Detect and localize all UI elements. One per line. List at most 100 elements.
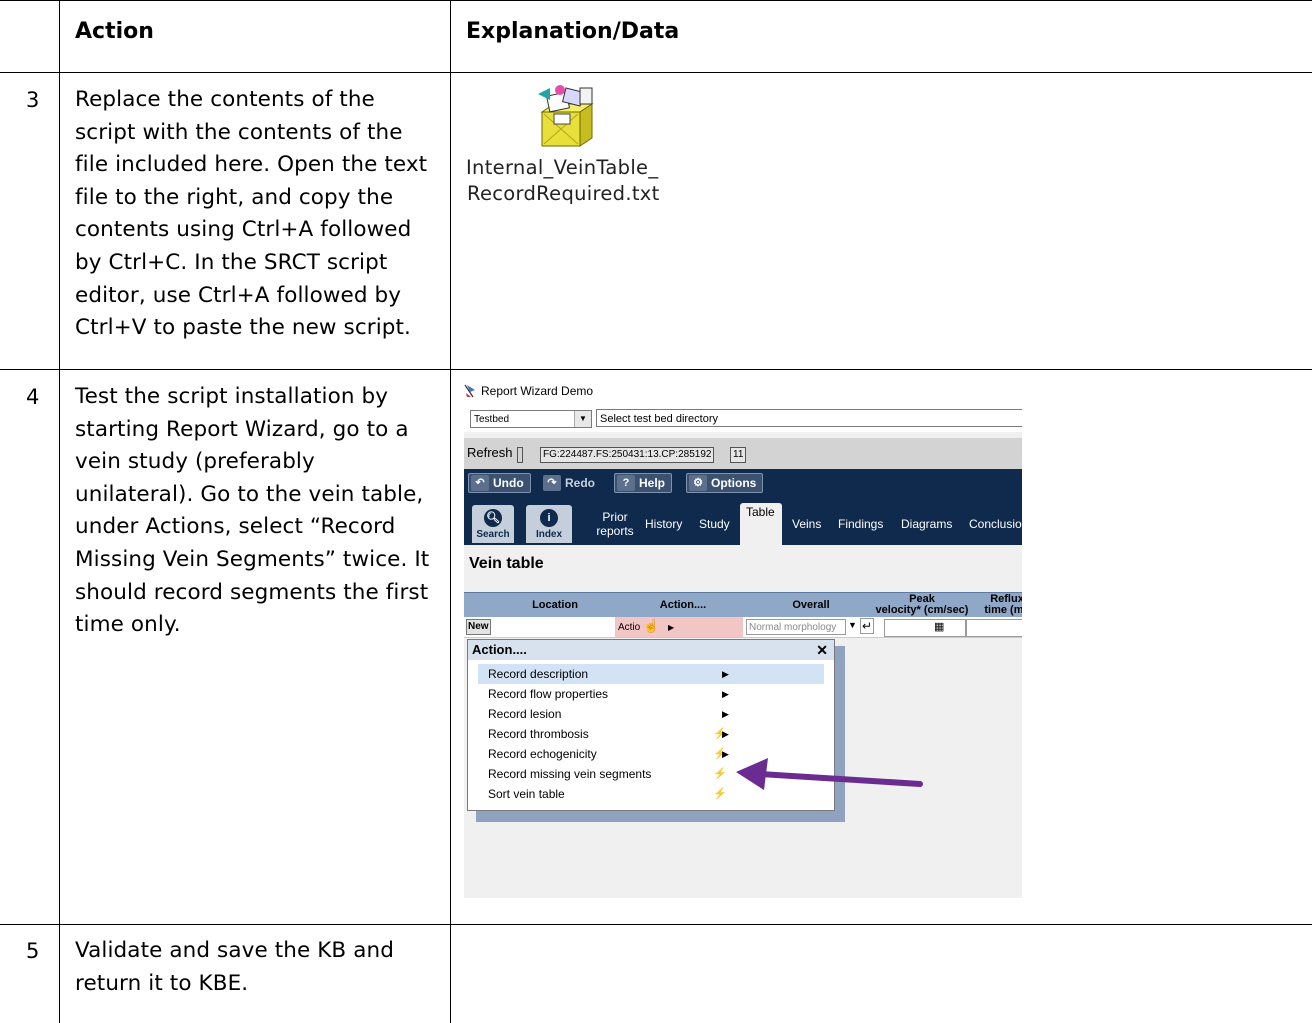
instruction-table: Action Explanation/Data 3 Replace the co… [0, 0, 1312, 1023]
keypad-icon[interactable]: ▦ [934, 620, 944, 633]
hand-cursor-icon: ☝ [643, 618, 660, 633]
text-file-package-icon[interactable] [534, 84, 600, 148]
info-icon: i [540, 509, 558, 527]
tab-search[interactable]: 🔍︎ Search [472, 505, 514, 543]
tab-findings[interactable]: Findings [838, 503, 883, 545]
instruction-line: starting Report Wizard, go to a [75, 416, 409, 442]
menu-item-record-description[interactable]: Record description ▶ [478, 664, 824, 684]
menu-item-record-thrombosis[interactable]: Record thrombosis ⚡ ▶ [478, 724, 824, 744]
instruction-line: Ctrl+V to paste the new script. [75, 315, 411, 341]
instruction-line: time only. [75, 612, 181, 638]
tab-history-label: History [645, 517, 683, 531]
redo-button[interactable]: ↷ Redo [540, 473, 602, 493]
help-button[interactable]: ? Help [614, 473, 673, 493]
nav-tabs: 🔍︎ Search i Index Prior reports History St… [464, 503, 1022, 545]
step-number: 4 [26, 385, 40, 409]
instruction-line: Replace the contents of the [75, 87, 375, 112]
reflux-label-2: time (ms [984, 604, 1022, 616]
filename-line: RecordRequired.txt [467, 182, 660, 205]
separator [517, 447, 523, 463]
tab-search-label: Search [476, 529, 510, 540]
instruction-line: Missing Vein Segments” twice. It [75, 546, 430, 572]
menu-header: Action.... ✕ [468, 640, 834, 660]
menu-item-label: Record thrombosis [488, 727, 589, 741]
menu-item-label: Record echogenicity [488, 747, 597, 761]
tab-diagrams[interactable]: Diagrams [901, 503, 952, 545]
window-titlebar: Report Wizard Demo [464, 380, 1022, 402]
instruction-line: Validate and save the KB and [75, 938, 394, 963]
instruction-line: return it to KBE. [75, 970, 249, 996]
tab-prior-reports[interactable]: Prior reports [592, 503, 638, 545]
tab-conclusions-label: Conclusio [969, 517, 1022, 531]
tab-findings-label: Findings [838, 517, 884, 531]
instruction-line: contents using Ctrl+A followed [75, 217, 412, 243]
undo-icon: ↶ [471, 475, 489, 491]
step-instructions: Validate and save the KB and return it t… [75, 935, 440, 1000]
menu-item-label: Sort vein table [488, 787, 565, 801]
instruction-line: unilateral). Go to the vein table, [75, 481, 424, 507]
refresh-button[interactable]: Refresh [467, 445, 513, 460]
submenu-arrow-icon: ▶ [722, 689, 729, 699]
step-instructions: Test the script installation by starting… [75, 381, 440, 642]
tab-history[interactable]: History [645, 503, 682, 545]
submenu-arrow-icon: ▶ [722, 669, 729, 679]
action-cell-label: Actio [618, 622, 641, 633]
table-rule [0, 369, 1312, 370]
header-explanation: Explanation/Data [466, 19, 680, 44]
chevron-down-icon[interactable]: ▼ [848, 620, 857, 630]
gear-icon: ⚙ [689, 475, 707, 491]
tab-study[interactable]: Study [699, 503, 730, 545]
step-instructions: Replace the contents of the script with … [75, 84, 440, 345]
close-icon[interactable]: ✕ [816, 640, 828, 660]
section-title: Vein table [469, 555, 544, 572]
enter-icon[interactable]: ↵ [860, 618, 874, 634]
column-overall[interactable]: Overall [762, 600, 860, 611]
table-rule [0, 0, 1312, 1]
instruction-line: under Actions, select “Record [75, 514, 396, 540]
help-label: Help [639, 476, 666, 490]
testbed-select[interactable]: Testbed ▼ [470, 410, 592, 428]
undo-label: Undo [493, 476, 524, 490]
undo-button[interactable]: ↶ Undo [468, 473, 531, 493]
refresh-row: Refresh FG:224487.FS:250431:13.CP:285192… [464, 438, 1022, 469]
instruction-line: by Ctrl+C. In the SRCT script [75, 249, 388, 275]
new-row-button[interactable]: New [466, 619, 491, 635]
tab-diagrams-label: Diagrams [901, 517, 953, 531]
column-location[interactable]: Location [504, 600, 606, 611]
options-button[interactable]: ⚙ Options [686, 473, 764, 493]
column-action[interactable]: Action.... [634, 600, 732, 611]
tab-veins[interactable]: Veins [792, 503, 821, 545]
options-label: Options [711, 476, 757, 490]
submenu-arrow-icon: ▶ [722, 729, 729, 739]
tab-index[interactable]: i Index [526, 505, 572, 543]
fg-code-field: FG:224487.FS:250431:13.CP:285192 [540, 447, 715, 463]
column-peak-velocity[interactable]: Peak velocity* (cm/sec) [872, 594, 972, 616]
instruction-line: Test the script installation by [75, 384, 389, 409]
tab-veins-label: Veins [792, 517, 822, 531]
table-rule [59, 0, 60, 1023]
fg-count-field: 11 [730, 447, 747, 463]
column-reflux-time[interactable]: Reflux time (ms [972, 594, 1022, 616]
redo-icon: ↷ [543, 475, 561, 491]
peak-label-2: velocity* (cm/sec) [875, 604, 969, 616]
chevron-down-icon[interactable]: ▼ [574, 411, 591, 427]
peak-velocity-field[interactable] [884, 619, 966, 637]
annotation-arrow-icon [736, 758, 923, 790]
menu-item-record-lesion[interactable]: Record lesion ▶ [478, 704, 824, 724]
menu-item-record-flow-properties[interactable]: Record flow properties ▶ [478, 684, 824, 704]
instruction-line: vein study (preferably [75, 449, 315, 475]
search-icon: 🔍︎ [484, 509, 502, 527]
submenu-arrow-icon: ▶ [722, 709, 729, 719]
reflux-time-field[interactable] [966, 619, 1022, 637]
tab-conclusions[interactable]: Conclusio [969, 503, 1022, 545]
tab-prior-label-1: Prior [602, 510, 628, 524]
tab-table[interactable]: Table [740, 503, 782, 545]
report-wizard-screenshot: Report Wizard Demo Testbed ▼ Select test… [464, 380, 1022, 898]
attachment-filename[interactable]: Internal_VeinTable_ RecordRequired.txt [466, 155, 660, 207]
testbed-select-value: Testbed [474, 414, 510, 425]
redo-label: Redo [565, 476, 595, 490]
main-toolbar: ↶ Undo ↷ Redo ? Help ⚙ Options [464, 469, 1022, 503]
testbed-directory-field[interactable]: Select test bed directory [596, 409, 1022, 427]
overall-select[interactable]: Normal morphology [746, 619, 846, 635]
action-cell[interactable]: Actio ☝ ▶ [615, 617, 743, 637]
